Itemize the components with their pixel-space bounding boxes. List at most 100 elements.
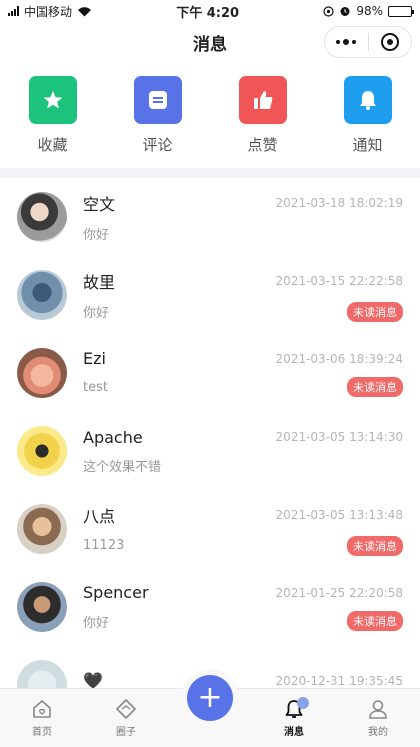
page-title: 消息 (193, 34, 227, 55)
message-item[interactable]: 空文 2021-03-18 18:02:19 你好 (0, 178, 420, 256)
avatar (17, 504, 67, 554)
quick-action-likes[interactable]: 点赞 (223, 76, 303, 168)
quick-action-favorites[interactable]: 收藏 (13, 76, 93, 168)
status-left: 中国移动 (8, 3, 92, 20)
unread-badge: 未读消息 (347, 535, 403, 556)
message-body: Ezi 2021-03-06 18:39:24 test 未读消息 (83, 349, 403, 397)
quick-action-label: 评论 (142, 136, 173, 154)
message-footer: 你好 未读消息 (83, 611, 403, 631)
circle-icon (116, 699, 136, 719)
sender-name: Apache (83, 427, 143, 447)
message-preview: 你好 (83, 615, 110, 631)
tab-profile[interactable]: 我的 (336, 689, 420, 747)
signal-icon (8, 6, 19, 16)
message-body: Spencer 2021-01-25 22:20:58 你好 未读消息 (83, 583, 403, 631)
tab-circle[interactable]: 圈子 (84, 689, 168, 747)
more-dots-icon (336, 39, 357, 45)
tab-label: 首页 (32, 727, 52, 738)
tab-home[interactable]: 首页 (0, 689, 84, 747)
message-preview: 11123 (83, 538, 125, 553)
comment-icon (133, 76, 182, 124)
close-miniprogram-button[interactable] (369, 27, 412, 57)
message-body: 🖤 2020-12-31 19:35:45 (83, 671, 403, 688)
target-icon (380, 33, 399, 51)
message-time: 2021-03-05 13:13:48 (275, 507, 403, 522)
sender-name: 故里 (83, 272, 116, 292)
tab-label: 圈子 (116, 727, 136, 738)
message-header: 八点 2021-03-05 13:13:48 (83, 503, 403, 527)
avatar (17, 660, 67, 688)
message-preview: 这个效果不错 (83, 459, 162, 475)
quick-actions: 收藏 评论 点赞 通知 (0, 62, 420, 168)
carrier-name: 中国移动 (24, 4, 73, 19)
tab-publish[interactable]: + (168, 675, 252, 747)
unread-badge: 未读消息 (347, 611, 403, 631)
message-footer: 你好 未读消息 (83, 301, 403, 322)
message-footer: 11123 未读消息 (83, 535, 403, 556)
message-item[interactable]: 故里 2021-03-15 22:22:58 你好 未读消息 (0, 256, 420, 334)
tab-bar: 首页 圈子 + 消息 我的 (0, 675, 420, 747)
plus-icon: + (187, 675, 233, 721)
message-footer: 你好 (83, 224, 403, 243)
message-header: Apache 2021-03-05 13:14:30 (83, 428, 403, 447)
tab-label: 消息 (284, 727, 304, 738)
message-preview: test (83, 379, 108, 395)
thumbs-up-icon (238, 76, 287, 124)
message-time: 2021-03-15 22:22:58 (275, 273, 403, 288)
star-icon (28, 76, 77, 124)
quick-action-comments[interactable]: 评论 (118, 76, 198, 168)
message-footer: test 未读消息 (83, 377, 403, 397)
message-item[interactable]: 八点 2021-03-05 13:13:48 11123 未读消息 (0, 490, 420, 568)
tab-label: 我的 (368, 727, 388, 738)
status-bar: 中国移动 下午 4:20 98% (0, 0, 420, 22)
avatar (17, 426, 67, 476)
alarm-icon (340, 7, 350, 16)
message-item[interactable]: Ezi 2021-03-06 18:39:24 test 未读消息 (0, 334, 420, 412)
quick-action-notifications[interactable]: 通知 (328, 76, 408, 168)
quick-action-label: 通知 (352, 136, 383, 154)
message-header: Ezi 2021-03-06 18:39:24 (83, 349, 403, 368)
unread-badge: 未读消息 (347, 301, 403, 322)
message-list: 空文 2021-03-18 18:02:19 你好 故里 2021-03-15 … (0, 178, 420, 688)
avatar (17, 270, 67, 320)
message-footer: 这个效果不错 (83, 456, 403, 475)
notification-dot (297, 697, 309, 709)
message-body: 空文 2021-03-18 18:02:19 你好 (83, 191, 403, 243)
nav-bar: 消息 (0, 22, 420, 62)
message-body: Apache 2021-03-05 13:14:30 这个效果不错 (83, 428, 403, 475)
bell-icon (343, 76, 392, 124)
quick-action-label: 收藏 (37, 136, 68, 154)
message-time: 2021-03-05 13:14:30 (275, 430, 403, 444)
location-icon (323, 5, 334, 17)
message-time: 2021-03-06 18:39:24 (275, 351, 403, 366)
message-body: 八点 2021-03-05 13:13:48 11123 未读消息 (83, 503, 403, 556)
status-time: 下午 4:20 (176, 5, 240, 21)
avatar (17, 192, 67, 242)
tab-messages[interactable]: 消息 (252, 689, 336, 747)
status-right: 98% (323, 4, 414, 18)
home-icon (33, 700, 51, 718)
miniprogram-capsule (324, 26, 412, 58)
sender-name: Ezi (83, 349, 106, 368)
sender-name: 空文 (83, 195, 116, 214)
message-item[interactable]: Apache 2021-03-05 13:14:30 这个效果不错 (0, 412, 420, 490)
message-header: Spencer 2021-01-25 22:20:58 (83, 583, 403, 602)
sender-name: 八点 (83, 506, 116, 526)
message-header: 空文 2021-03-18 18:02:19 (83, 191, 403, 215)
battery-icon (388, 5, 414, 17)
profile-icon (369, 700, 387, 719)
message-time: 2020-12-31 19:35:45 (275, 673, 403, 688)
sender-name: 🖤 (83, 671, 103, 688)
message-preview: 你好 (83, 228, 110, 243)
message-time: 2021-01-25 22:20:58 (275, 585, 403, 600)
wifi-icon (78, 6, 92, 16)
message-preview: 你好 (83, 306, 110, 321)
avatar (17, 582, 67, 632)
message-header: 故里 2021-03-15 22:22:58 (83, 269, 403, 293)
more-button[interactable] (325, 27, 368, 57)
message-item[interactable]: Spencer 2021-01-25 22:20:58 你好 未读消息 (0, 568, 420, 646)
message-body: 故里 2021-03-15 22:22:58 你好 未读消息 (83, 269, 403, 322)
sender-name: Spencer (83, 583, 149, 602)
quick-action-label: 点赞 (247, 136, 278, 154)
avatar (17, 348, 67, 398)
